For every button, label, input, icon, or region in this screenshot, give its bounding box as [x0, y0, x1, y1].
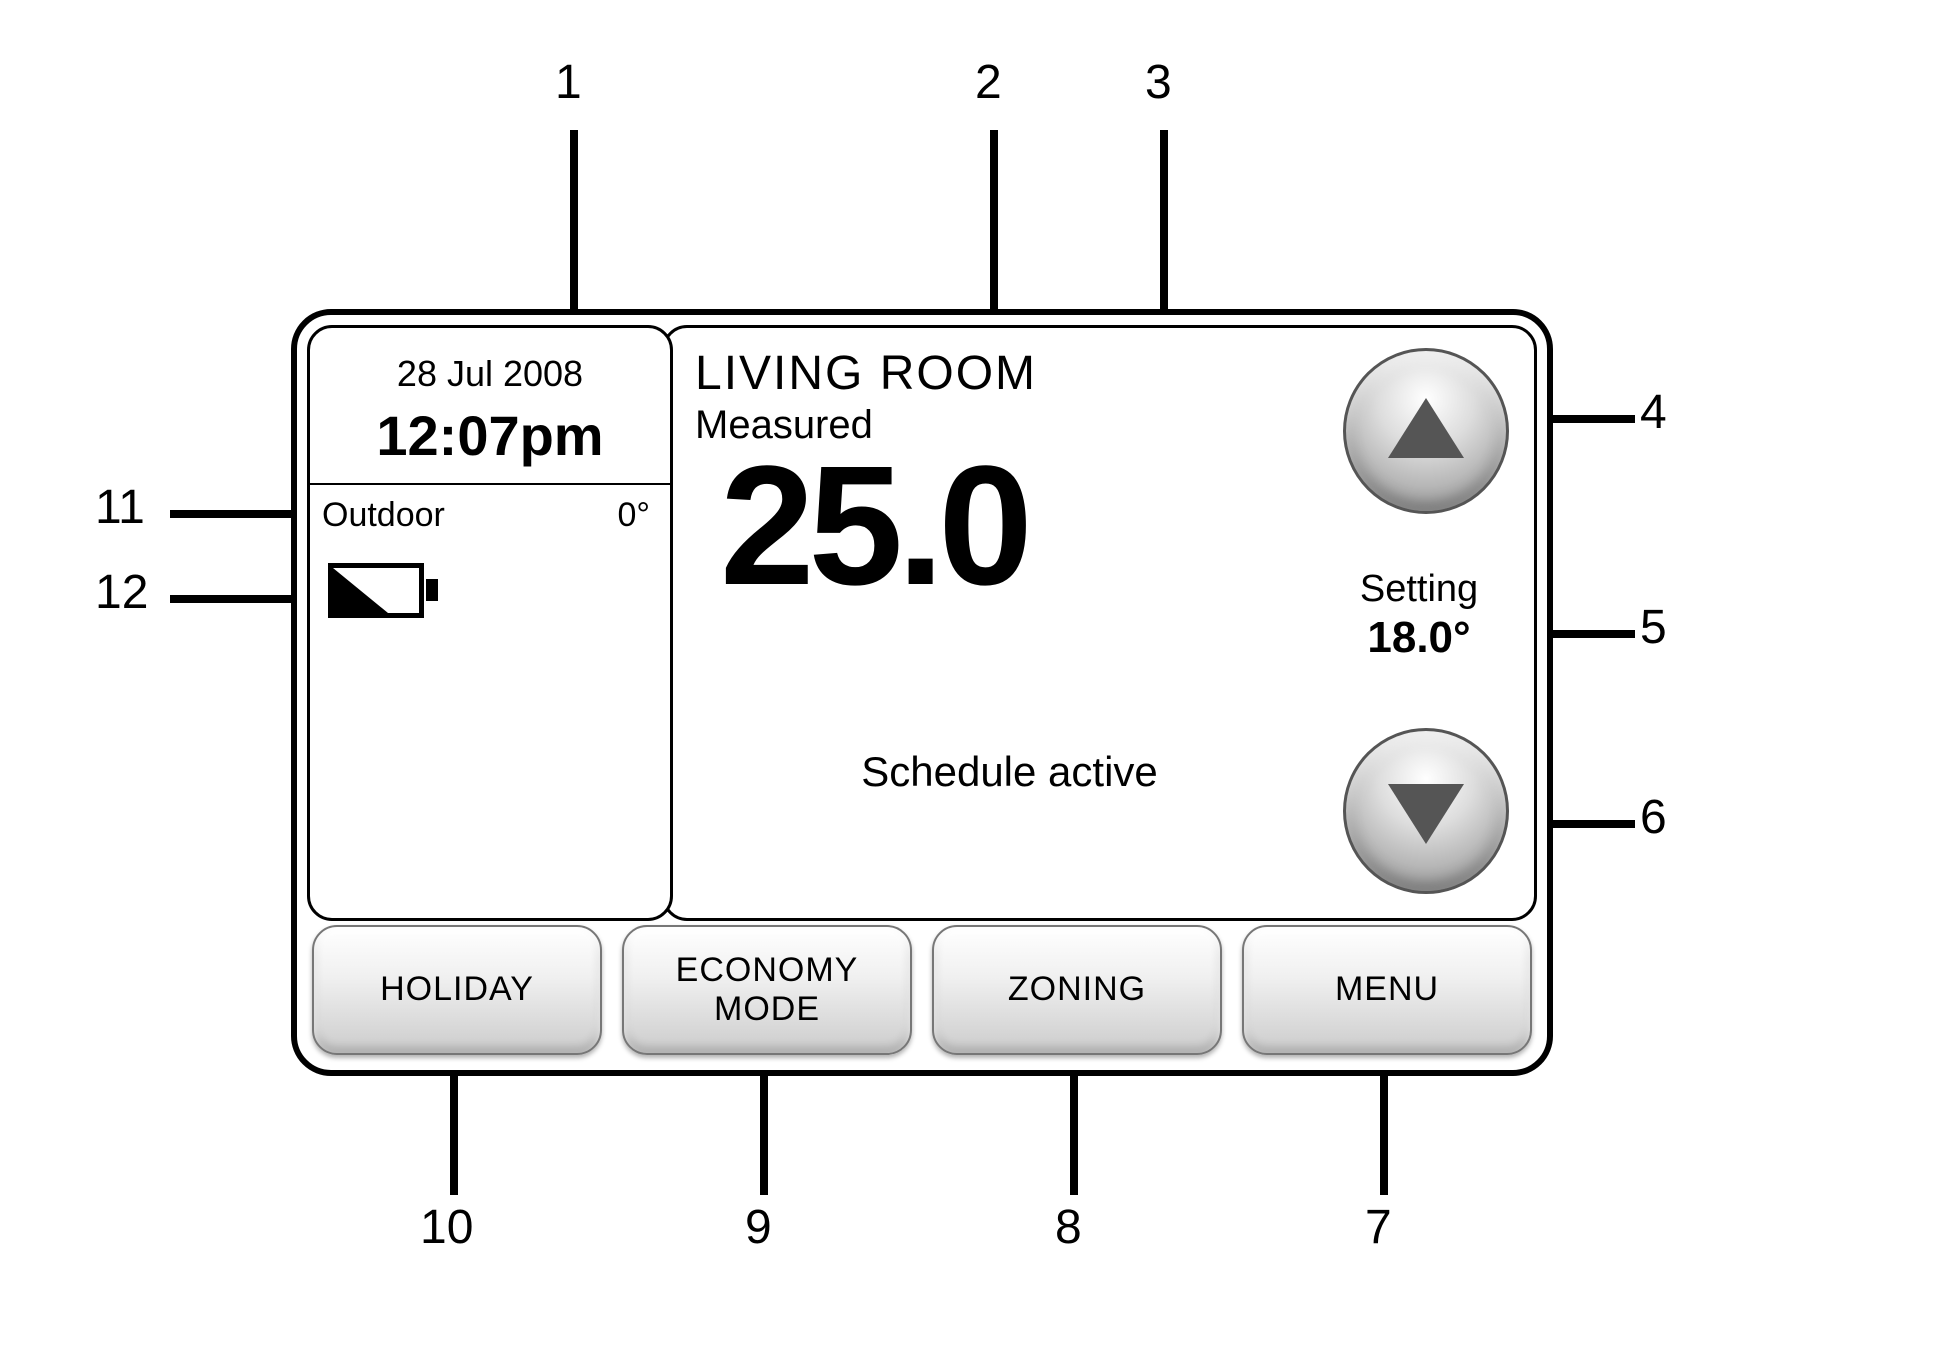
menu-button[interactable]: MENU	[1242, 925, 1532, 1055]
callout-12: 12	[95, 565, 148, 620]
lead-7	[1380, 1075, 1388, 1195]
battery-icon	[328, 563, 438, 618]
callout-3: 3	[1145, 55, 1172, 110]
date-display: 28 Jul 2008	[310, 353, 670, 395]
setting-value: 18.0°	[1334, 613, 1504, 663]
measured-temperature: 25.0	[720, 428, 1027, 624]
outdoor-value: 0°	[617, 496, 650, 535]
thermostat-device: LIVING ROOM Measured 25.0 Schedule activ…	[291, 309, 1553, 1076]
main-pane: LIVING ROOM Measured 25.0 Schedule activ…	[662, 325, 1537, 921]
callout-2: 2	[975, 55, 1002, 110]
lead-9	[760, 1075, 768, 1195]
setting-label: Setting	[1334, 568, 1504, 611]
callout-7: 7	[1365, 1200, 1392, 1255]
lead-8	[1070, 1075, 1078, 1195]
callout-9: 9	[745, 1200, 772, 1255]
arrow-up-icon	[1388, 398, 1464, 458]
callout-4: 4	[1640, 385, 1667, 440]
holiday-button[interactable]: HOLIDAY	[312, 925, 602, 1055]
lead-10	[450, 1075, 458, 1195]
callout-11: 11	[95, 480, 145, 535]
outdoor-label: Outdoor	[322, 496, 445, 535]
time-display: 12:07pm	[310, 403, 670, 468]
callout-1: 1	[555, 55, 582, 110]
callout-5: 5	[1640, 600, 1667, 655]
lead-1	[570, 130, 578, 320]
soft-button-row: HOLIDAY ECONOMY MODE ZONING MENU	[312, 925, 1532, 1055]
economy-mode-button[interactable]: ECONOMY MODE	[622, 925, 912, 1055]
divider	[310, 483, 670, 485]
lead-2	[990, 130, 998, 330]
zoning-button[interactable]: ZONING	[932, 925, 1222, 1055]
callout-10: 10	[420, 1200, 473, 1255]
temperature-up-button[interactable]	[1343, 348, 1509, 514]
temperature-down-button[interactable]	[1343, 728, 1509, 894]
zone-name: LIVING ROOM	[695, 346, 1037, 401]
callout-6: 6	[1640, 790, 1667, 845]
info-pane: 28 Jul 2008 12:07pm Outdoor 0°	[307, 325, 673, 921]
callout-8: 8	[1055, 1200, 1082, 1255]
arrow-down-icon	[1388, 784, 1464, 844]
schedule-status: Schedule active	[665, 748, 1354, 796]
